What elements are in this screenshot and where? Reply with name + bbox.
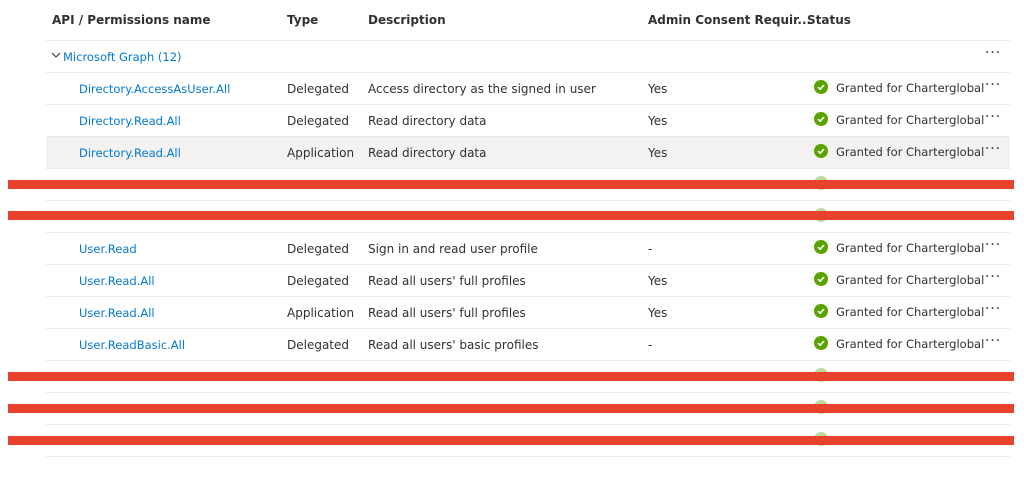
- permission-name-link[interactable]: Directory.Read.All: [79, 114, 181, 128]
- column-header-status[interactable]: Status: [807, 13, 851, 27]
- permission-description: Read all users' full profiles: [368, 274, 526, 288]
- permission-type: Application: [287, 146, 355, 160]
- redaction-bar: [8, 372, 1014, 381]
- more-icon[interactable]: ···: [982, 142, 1004, 160]
- permission-type: Delegated: [287, 242, 350, 256]
- permission-name-link[interactable]: User.Read.All: [79, 274, 155, 288]
- more-icon[interactable]: ···: [982, 270, 1004, 288]
- status-text: Granted for Charterglobal: [836, 113, 985, 127]
- column-header-type[interactable]: Type: [287, 13, 318, 27]
- permission-type: Delegated: [287, 114, 350, 128]
- permission-name-link[interactable]: User.ReadBasic.All: [79, 338, 185, 352]
- permission-description: Read directory data: [368, 146, 487, 160]
- more-icon[interactable]: ···: [982, 238, 1004, 256]
- permission-description: Read all users' full profiles: [368, 306, 526, 320]
- redaction-bar: [8, 436, 1014, 445]
- redaction-bar: [8, 211, 1014, 220]
- status-text: Granted for Charterglobal: [836, 305, 985, 319]
- table-row[interactable]: Directory.Read.All Delegated Read direct…: [46, 105, 1010, 137]
- admin-consent-value: Yes: [648, 274, 668, 288]
- status-text: Granted for Charterglobal: [836, 337, 985, 351]
- permission-type: Delegated: [287, 82, 350, 96]
- checkmark-circle-icon: [814, 272, 828, 286]
- table-row[interactable]: Directory.Read.All Application Read dire…: [46, 137, 1010, 169]
- table-row[interactable]: User.Read.All Application Read all users…: [46, 297, 1010, 329]
- permission-description: Sign in and read user profile: [368, 242, 538, 256]
- column-header-description[interactable]: Description: [368, 13, 446, 27]
- admin-consent-value: -: [648, 242, 653, 256]
- permission-type: Delegated: [287, 274, 350, 288]
- permission-description: Access directory as the signed in user: [368, 82, 596, 96]
- checkmark-circle-icon: [814, 112, 828, 126]
- table-row[interactable]: User.Read Delegated Sign in and read use…: [46, 233, 1010, 265]
- permission-name-link[interactable]: User.Read.All: [79, 306, 155, 320]
- status-text: Granted for Charterglobal: [836, 81, 985, 95]
- more-icon[interactable]: ···: [982, 110, 1004, 128]
- more-icon[interactable]: ···: [982, 46, 1004, 64]
- admin-consent-value: Yes: [648, 146, 668, 160]
- group-row-microsoft-graph[interactable]: Microsoft Graph (12) ···: [46, 41, 1010, 73]
- status-text: Granted for Charterglobal: [836, 145, 985, 159]
- column-header-admin-consent[interactable]: Admin Consent Requir...: [648, 13, 811, 27]
- redaction-bar: [8, 404, 1014, 413]
- group-label[interactable]: Microsoft Graph (12): [63, 50, 182, 64]
- permission-type: Application: [287, 306, 355, 320]
- permission-description: Read directory data: [368, 114, 487, 128]
- checkmark-circle-icon: [814, 80, 828, 94]
- status-text: Granted for Charterglobal: [836, 273, 985, 287]
- table-header: API / Permissions name Type Description …: [46, 0, 1010, 41]
- checkmark-circle-icon: [814, 304, 828, 318]
- permission-name-link[interactable]: Directory.Read.All: [79, 146, 181, 160]
- table-row[interactable]: User.Read.All Delegated Read all users' …: [46, 265, 1010, 297]
- admin-consent-value: Yes: [648, 306, 668, 320]
- permission-type: Delegated: [287, 338, 350, 352]
- checkmark-circle-icon: [814, 240, 828, 254]
- chevron-down-icon[interactable]: [50, 49, 62, 61]
- status-text: Granted for Charterglobal: [836, 241, 985, 255]
- redaction-bar: [8, 180, 1014, 189]
- admin-consent-value: -: [648, 338, 653, 352]
- checkmark-circle-icon: [814, 336, 828, 350]
- permission-description: Read all users' basic profiles: [368, 338, 539, 352]
- admin-consent-value: Yes: [648, 82, 668, 96]
- permission-name-link[interactable]: Directory.AccessAsUser.All: [79, 82, 230, 96]
- permission-name-link[interactable]: User.Read: [79, 242, 137, 256]
- more-icon[interactable]: ···: [982, 78, 1004, 96]
- admin-consent-value: Yes: [648, 114, 668, 128]
- table-row[interactable]: Directory.AccessAsUser.All Delegated Acc…: [46, 73, 1010, 105]
- more-icon[interactable]: ···: [982, 302, 1004, 320]
- table-row[interactable]: User.ReadBasic.All Delegated Read all us…: [46, 329, 1010, 361]
- column-header-name[interactable]: API / Permissions name: [52, 13, 211, 27]
- checkmark-circle-icon: [814, 144, 828, 158]
- more-icon[interactable]: ···: [982, 334, 1004, 352]
